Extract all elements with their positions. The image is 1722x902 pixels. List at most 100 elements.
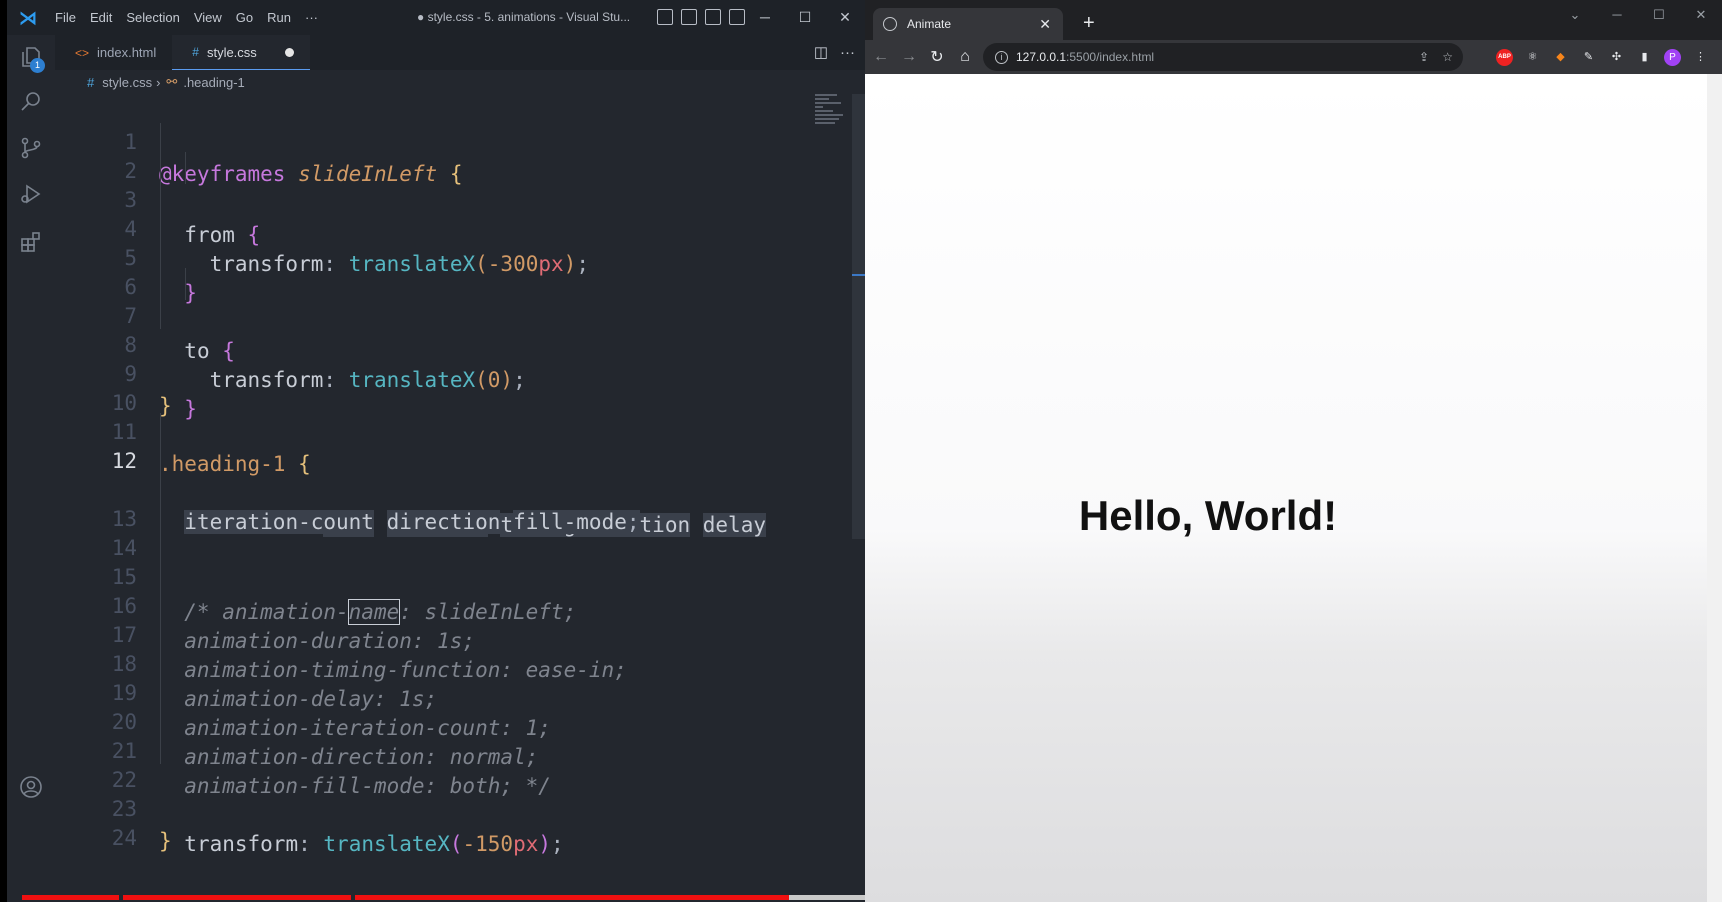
- code-line: 6 to {: [55, 239, 845, 363]
- menu-file[interactable]: File: [48, 0, 83, 35]
- tab-search-icon[interactable]: ⌄: [1554, 0, 1596, 30]
- vscode-menubar: File Edit Selection View Go Run ···: [48, 0, 325, 35]
- close-icon[interactable]: ✕: [1680, 0, 1722, 30]
- code-line: 17 animation-delay: 1s;: [55, 587, 845, 711]
- reload-icon[interactable]: ↻: [923, 47, 951, 67]
- code-line: 20 animation-fill-mode: both; */: [55, 674, 845, 798]
- code-line: 18 animation-iteration-count: 1;: [55, 616, 845, 740]
- menu-more[interactable]: ···: [298, 0, 325, 35]
- symbol-class-icon: ⚯: [166, 74, 178, 89]
- progress-chapter-2[interactable]: [123, 895, 351, 900]
- maximize-icon[interactable]: ☐: [785, 0, 825, 35]
- code-line: 16 animation-timing-function: ease-in;: [55, 558, 845, 682]
- unsaved-dot-icon[interactable]: [284, 47, 294, 57]
- extensions-puzzle-icon[interactable]: ✣: [1608, 49, 1625, 66]
- menu-go[interactable]: Go: [229, 0, 260, 35]
- chrome-menu-icon[interactable]: ⋮: [1692, 49, 1709, 66]
- code-text: transform: translateX(-150px);: [184, 832, 564, 856]
- code-line: 10: [55, 355, 845, 415]
- code-line: 19 animation-direction: normal;: [55, 645, 845, 769]
- progress-chapter-1[interactable]: [22, 895, 119, 900]
- vscode-titlebar: ⋊ File Edit Selection View Go Run ··· ● …: [7, 0, 865, 35]
- back-icon[interactable]: ←: [867, 48, 895, 66]
- accounts-icon[interactable]: [19, 775, 43, 799]
- code-line: 2 from {: [55, 123, 845, 247]
- page-heading: Hello, World!: [1078, 492, 1338, 539]
- minimize-icon[interactable]: ─: [1596, 0, 1638, 30]
- code-line: 21: [55, 703, 845, 763]
- minimap[interactable]: [815, 94, 845, 134]
- code-text: }: [159, 829, 172, 853]
- layout-controls: [657, 9, 745, 25]
- code-line: 3 transform: translateX(-300px);: [55, 152, 845, 276]
- code-editor[interactable]: 1 @keyframes slideInLeft { 2 from { 3 tr…: [55, 94, 865, 894]
- split-editor-icon[interactable]: ◫: [814, 35, 828, 70]
- page-viewport: Hello, World!: [865, 74, 1722, 902]
- forward-icon[interactable]: →: [895, 48, 923, 66]
- run-debug-icon[interactable]: [19, 182, 43, 206]
- extensions-icon[interactable]: [19, 230, 43, 254]
- breadcrumb: # style.css › ⚯ .heading-1: [55, 70, 865, 94]
- home-icon[interactable]: ⌂: [951, 48, 979, 66]
- close-tab-icon[interactable]: ✕: [1039, 16, 1051, 33]
- bookmark-star-icon[interactable]: ☆: [1442, 50, 1453, 64]
- source-control-icon[interactable]: [19, 136, 43, 160]
- line-number: 24: [111, 826, 137, 850]
- metamask-extension-icon[interactable]: ◆: [1552, 49, 1569, 66]
- code-line: 7 transform: translateX(0);: [55, 268, 845, 392]
- progress-chapter-3[interactable]: [355, 895, 789, 900]
- globe-icon: [883, 17, 897, 31]
- search-icon[interactable]: [19, 89, 43, 113]
- menu-selection[interactable]: Selection: [119, 0, 186, 35]
- toggle-secondary-sidebar-icon[interactable]: [705, 9, 721, 25]
- new-tab-icon[interactable]: +: [1083, 10, 1095, 36]
- breadcrumb-file[interactable]: style.css: [102, 75, 152, 90]
- tab-index-html[interactable]: <> index.html: [55, 35, 173, 70]
- site-info-icon[interactable]: i: [995, 50, 1008, 64]
- more-actions-icon[interactable]: ···: [840, 35, 855, 70]
- code-line-active: 12 animation: name duration timing-funct…: [55, 413, 845, 537]
- side-panel-icon[interactable]: ▮: [1636, 49, 1653, 66]
- adblock-extension-icon[interactable]: ABP: [1496, 49, 1513, 66]
- breadcrumb-symbol[interactable]: .heading-1: [183, 75, 244, 90]
- menu-edit[interactable]: Edit: [83, 0, 119, 35]
- code-line: 15 animation-duration: 1s;: [55, 529, 845, 653]
- address-bar[interactable]: i 127.0.0.1 :5500/index.html ⇪ ☆: [983, 43, 1463, 71]
- scrollbar-cursor-marker: [852, 274, 865, 276]
- close-icon[interactable]: ✕: [825, 0, 865, 35]
- css-file-icon: #: [87, 74, 95, 90]
- code-line-wrapped: iteration-count direction fill-mode;: [55, 442, 845, 534]
- progress-buffered: [789, 895, 865, 900]
- menu-view[interactable]: View: [187, 0, 229, 35]
- toggle-sidebar-icon[interactable]: [657, 9, 673, 25]
- code-line: 24: [55, 790, 845, 850]
- maximize-icon[interactable]: ☐: [1638, 0, 1680, 30]
- url-host: 127.0.0.1: [1016, 50, 1067, 64]
- explorer-badge: 1: [30, 58, 45, 73]
- code-line: 11 .heading-1 {: [55, 384, 845, 476]
- window-title: ● style.css - 5. animations - Visual Stu…: [417, 10, 631, 24]
- minimize-icon[interactable]: ─: [745, 0, 785, 35]
- code-line: 1 @keyframes slideInLeft {: [55, 94, 845, 186]
- browser-tab[interactable]: Animate ✕: [873, 8, 1063, 40]
- code-line: 8 }: [55, 297, 845, 421]
- activity-bar: 1: [7, 35, 55, 902]
- html-file-icon: <>: [75, 45, 90, 60]
- vscode-window: ⋊ File Edit Selection View Go Run ··· ● …: [7, 0, 865, 902]
- toggle-panel-icon[interactable]: [681, 9, 697, 25]
- code-line: 13: [55, 471, 845, 531]
- tab-label: index.html: [97, 45, 157, 60]
- video-progress-bar[interactable]: [22, 895, 1722, 900]
- scrollbar-thumb[interactable]: [852, 94, 865, 539]
- tab-style-css[interactable]: # style.css: [172, 35, 310, 70]
- tab-label: style.css: [206, 44, 257, 60]
- pen-extension-icon[interactable]: ✎: [1580, 49, 1597, 66]
- profile-avatar[interactable]: P: [1664, 49, 1681, 66]
- browser-toolbar: ← → ↻ ⌂ i 127.0.0.1 :5500/index.html ⇪ ☆…: [865, 40, 1722, 74]
- customize-layout-icon[interactable]: [729, 9, 745, 25]
- page-scrollbar[interactable]: [1707, 74, 1722, 902]
- share-icon[interactable]: ⇪: [1419, 50, 1429, 64]
- css-file-icon: #: [192, 45, 199, 59]
- react-devtools-extension-icon[interactable]: ⚛: [1524, 49, 1541, 66]
- menu-run[interactable]: Run: [260, 0, 298, 35]
